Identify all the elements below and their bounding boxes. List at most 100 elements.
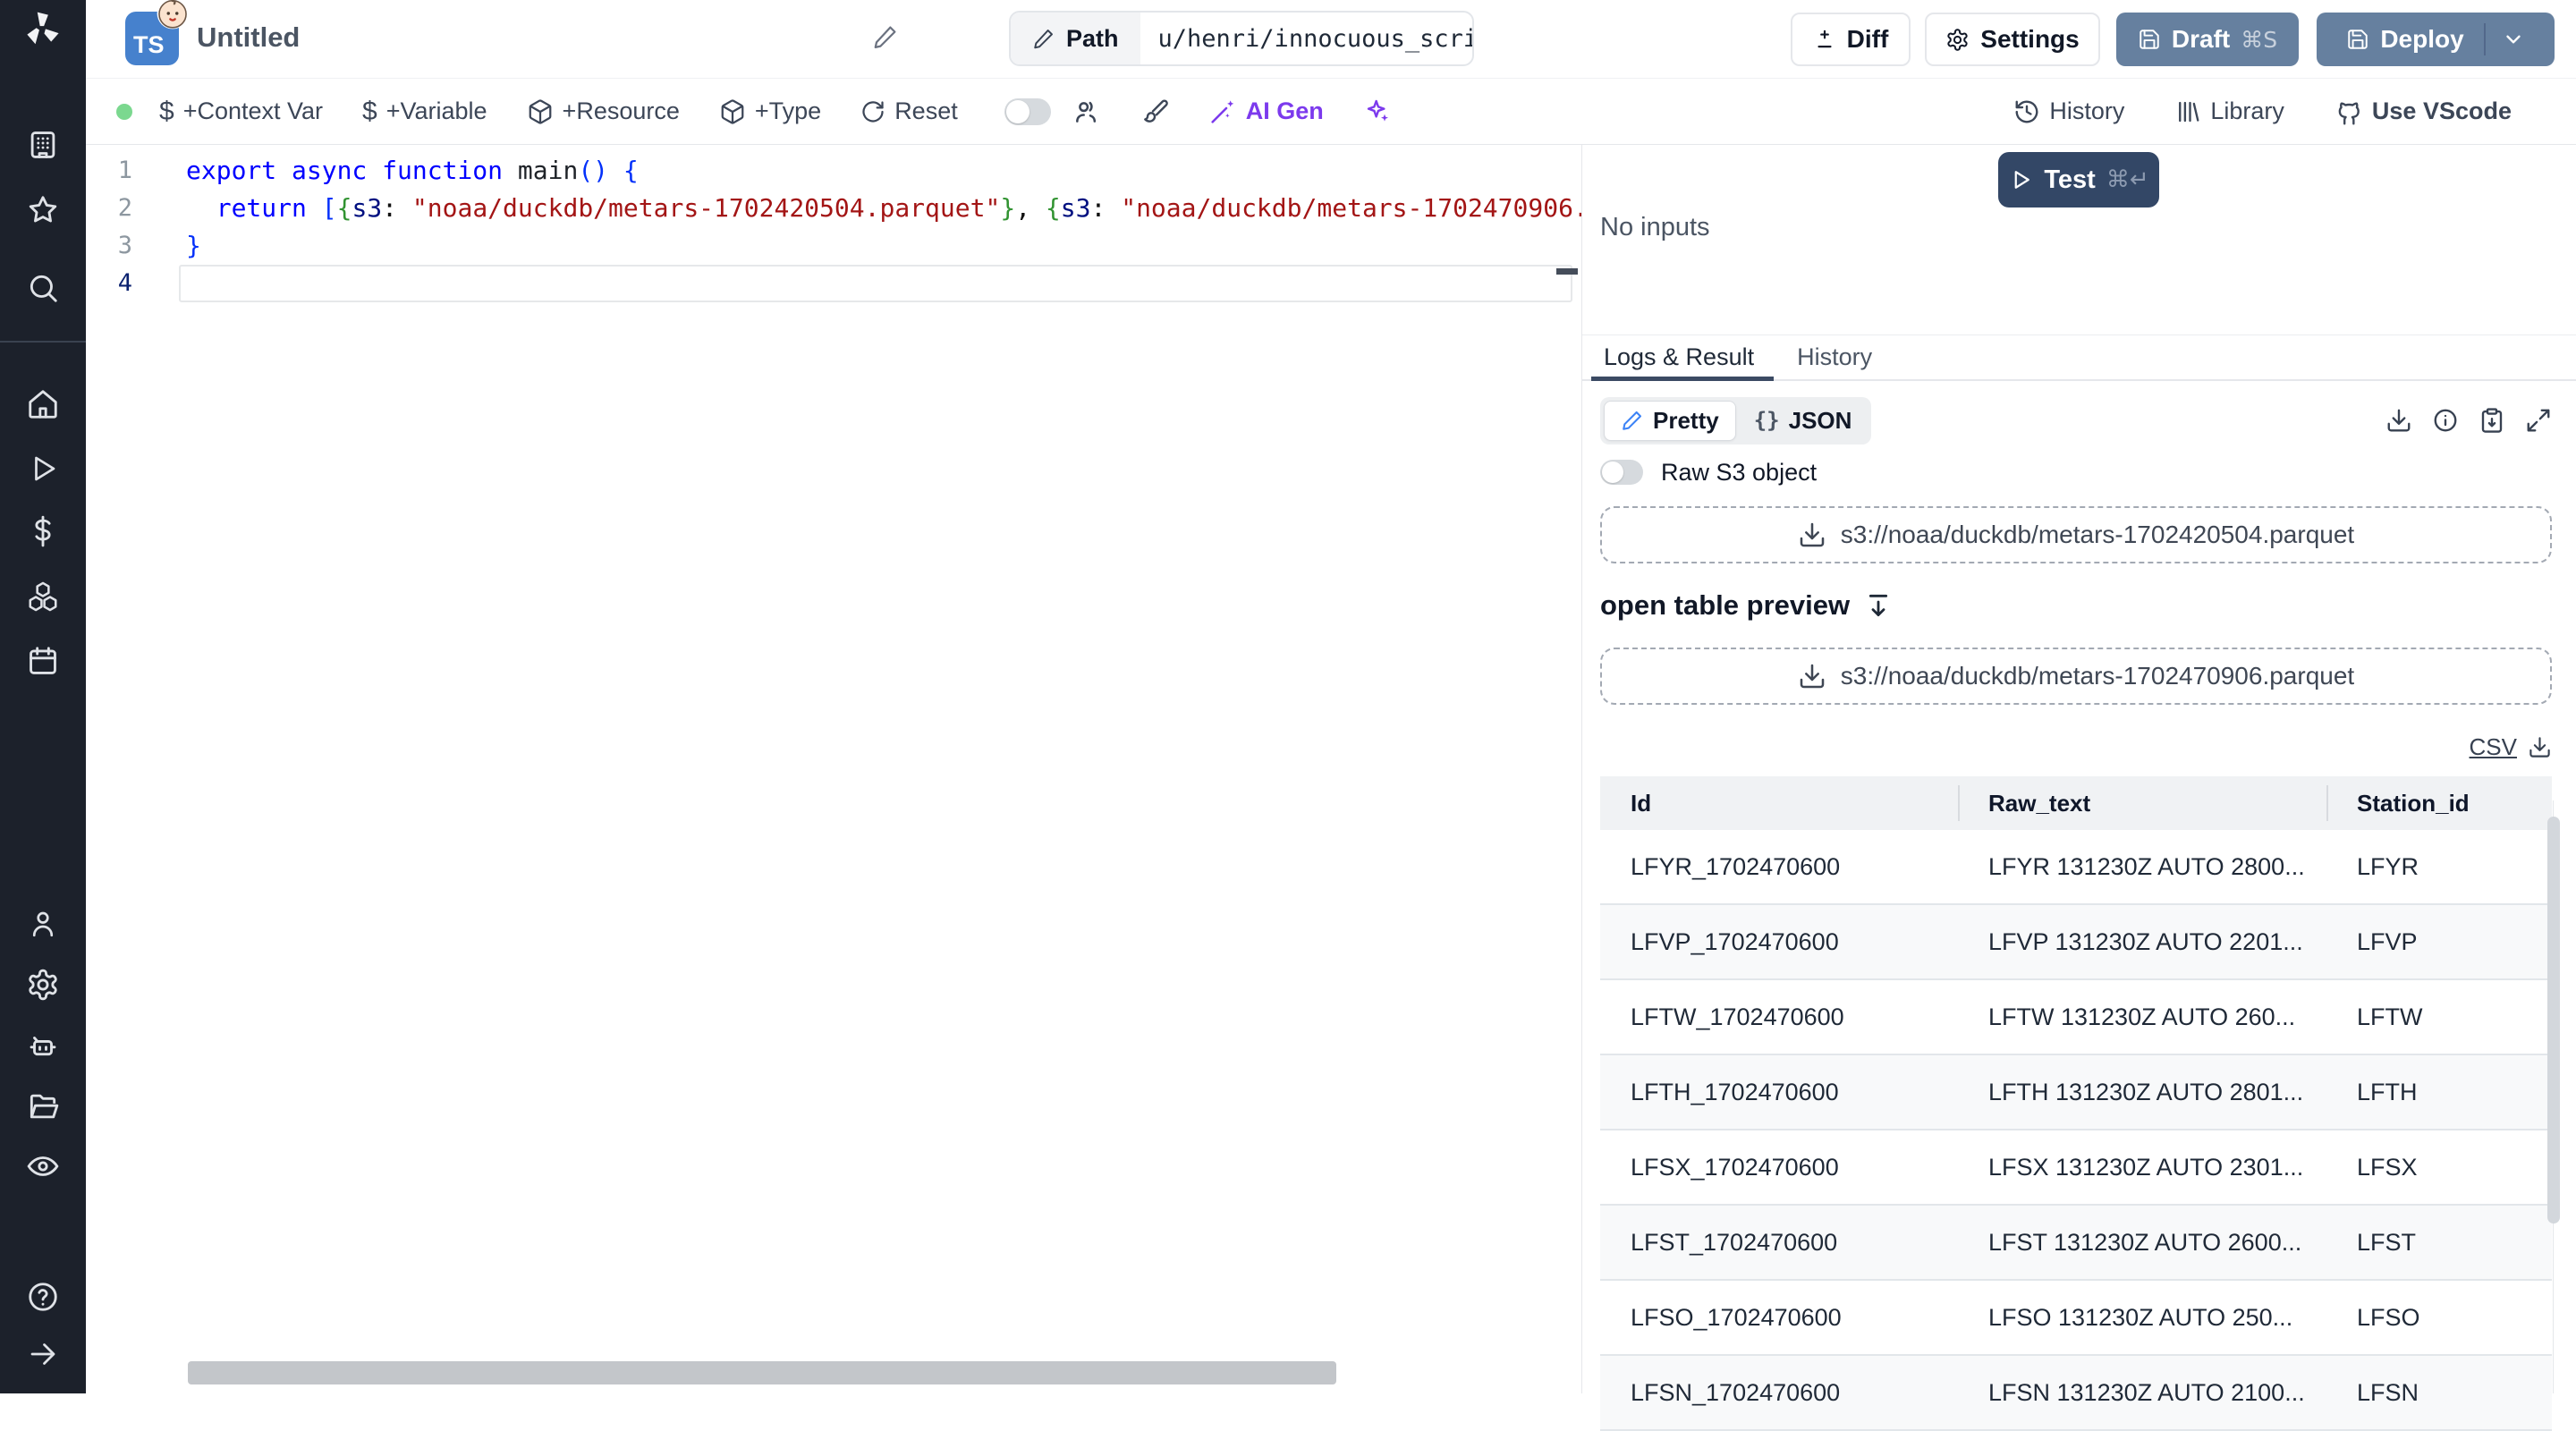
reset-button[interactable]: Reset [860,97,958,125]
library-button[interactable]: Library [2174,97,2284,125]
result-body: Pretty {} JSON Raw S3 object s3://noaa/d… [1600,396,2552,1431]
sidebar-item-settings[interactable] [23,965,63,1004]
table-cell: LFSX 131230Z AUTO 2301... [1988,1153,2304,1181]
use-vscode-button[interactable]: Use VScode [2334,97,2512,126]
result-info-button[interactable] [2432,407,2459,434]
sidebar-item-resources[interactable] [23,577,63,616]
deploy-button[interactable]: Deploy [2317,13,2555,66]
ai-sparkles-button[interactable] [1363,97,1392,126]
s3-file-download-1[interactable]: s3://noaa/duckdb/metars-1702420504.parqu… [1600,506,2552,563]
table-cell: LFSN_1702470600 [1631,1378,1841,1406]
deploy-split-divider [2483,23,2486,55]
chevron-down-icon[interactable] [2502,28,2525,51]
sidebar-item-workers[interactable] [23,1027,63,1066]
download-result-button[interactable] [2385,407,2412,434]
add-variable-button[interactable]: $ +Variable [362,97,487,127]
pencil-icon [1034,30,1053,49]
table-cell: LFSN [2357,1378,2419,1406]
open-table-preview-button[interactable]: open table preview [1600,580,2552,631]
sidebar-item-favorites[interactable] [23,191,63,230]
tab-history[interactable]: History [1775,335,1894,379]
sidebar-item-help[interactable] [23,1277,63,1317]
add-resource-button[interactable]: +Resource [527,97,680,125]
sidebar-item-search[interactable] [23,268,63,308]
table-cell: LFYR [2357,852,2419,880]
eye-icon [27,1156,59,1176]
raw-s3-toggle[interactable] [1600,460,1643,485]
dollar-icon: $ [362,96,377,126]
draft-button-label: Draft [2171,25,2231,53]
table-cell: LFVP [2357,927,2418,955]
path-input[interactable]: Path u/henri/innocuous_script [1009,11,1474,66]
settings-button[interactable]: Settings [1925,13,2100,66]
sidebar-item-audit-logs[interactable] [23,1147,63,1186]
table-cell: LFTH_1702470600 [1631,1078,1839,1105]
multiplayer-toggle[interactable] [1004,97,1051,125]
save-icon [2140,30,2159,49]
table-header: Id Raw_text Station_id [1600,776,2552,830]
format-code-button[interactable] [1140,97,1169,126]
pen-icon [1623,411,1642,430]
history-label: History [2049,97,2125,124]
code-editor[interactable]: 1 2 3 4 export async function main() { retu… [86,145,1581,1393]
diff-button[interactable]: Diff [1791,13,1911,66]
tab-logs-result-label: Logs & Result [1604,343,1755,370]
line-number: 2 [117,194,132,222]
gear-icon [1947,28,1968,51]
column-header-raw-text[interactable]: Raw_text [1958,790,2326,817]
ai-gen-button[interactable]: AI Gen [1208,97,1324,126]
tab-logs-result[interactable]: Logs & Result [1582,335,1775,381]
csv-export-row: CSV [1600,730,2552,764]
horizontal-scrollbar[interactable] [188,1361,1336,1384]
copy-result-button[interactable] [2479,407,2505,434]
sidebar-item-variables[interactable] [23,512,63,551]
sidebar-expand[interactable] [23,1334,63,1374]
add-resource-label: +Resource [562,97,680,124]
json-view-button[interactable]: {} JSON [1738,402,1868,440]
draft-shortcut: ⌘S [2241,26,2278,53]
library-icon [2179,101,2199,122]
draft-button[interactable]: Draft ⌘S [2116,13,2299,66]
table-row: LFYR_1702470600 LFYR 131230Z AUTO 2800...… [1600,830,2552,905]
windmill-logo[interactable] [23,9,63,48]
table-cell: LFSX [2357,1153,2418,1181]
add-context-var-button[interactable]: $ +Context Var [159,97,323,127]
use-vscode-label: Use VScode [2371,97,2512,124]
history-icon [2015,100,2038,123]
column-header-station-id[interactable]: Station_id [2326,790,2552,817]
history-button[interactable]: History [2013,97,2124,125]
path-value[interactable]: u/henri/innocuous_script [1140,13,1472,64]
add-type-label: +Type [754,97,822,124]
csv-download-link[interactable]: CSV [2470,733,2517,761]
line-number: 1 [117,157,132,184]
play-icon [35,456,55,481]
pretty-view-button[interactable]: Pretty [1604,400,1736,441]
pretty-view-label: Pretty [1653,406,1719,434]
braces-icon: {} [1753,408,1780,433]
sidebar-item-schedules[interactable] [23,641,63,681]
add-type-button[interactable]: +Type [719,97,821,125]
sidebar-item-runs[interactable] [23,449,63,488]
star-icon [29,196,57,223]
deploy-button-label: Deploy [2380,25,2464,53]
sidebar-item-workspace[interactable] [23,125,63,165]
no-inputs-text: No inputs [1600,213,1710,241]
sidebar-item-users[interactable] [23,904,63,944]
status-dot [116,103,132,120]
arrow-down-from-line-icon [1869,594,1888,617]
column-header-id[interactable]: Id [1600,790,1958,817]
sidebar-item-home[interactable] [23,385,63,424]
clipboard-icon [2481,408,2503,433]
reset-icon [862,100,884,123]
download-icon[interactable] [2528,735,2552,759]
sidebar-item-folders[interactable] [23,1087,63,1126]
edit-title-pencil-icon[interactable] [872,23,899,50]
table-row: LFSN_1702470600 LFSN 131230Z AUTO 2100...… [1600,1356,2552,1431]
path-label: Path [1066,24,1119,52]
expand-result-button[interactable] [2525,407,2552,434]
test-button[interactable]: Test ⌘↵ [1998,152,2159,207]
expand-icon [2527,409,2550,432]
panel-scrollbar-thumb[interactable] [2547,817,2560,1224]
s3-file-download-2[interactable]: s3://noaa/duckdb/metars-1702470906.parqu… [1600,648,2552,705]
multiplayer-users-icon[interactable] [1072,97,1101,126]
